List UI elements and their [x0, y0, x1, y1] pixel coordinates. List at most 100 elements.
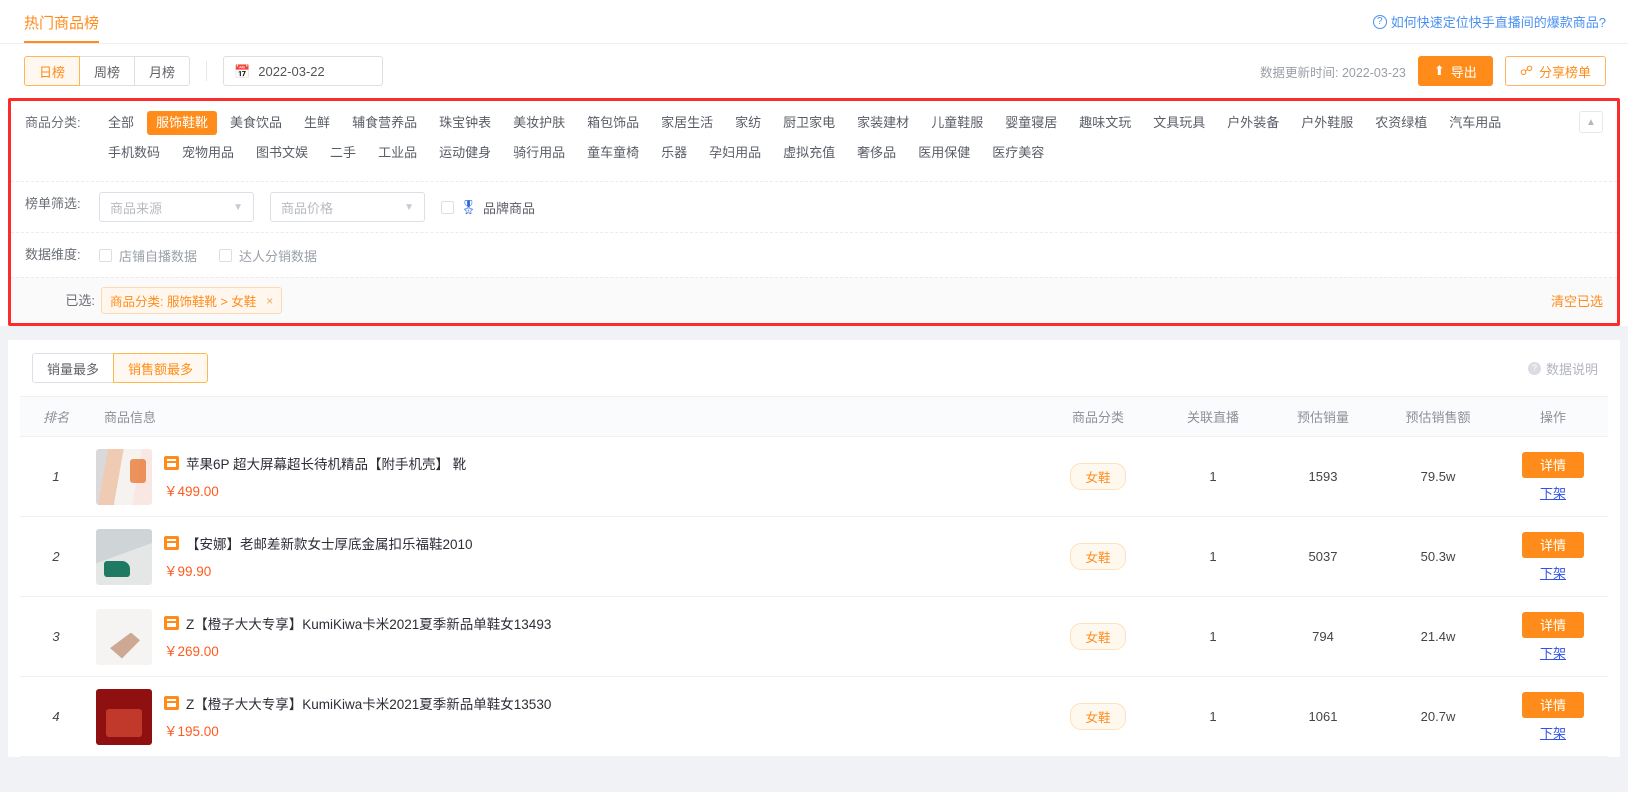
category-item[interactable]: 手机数码: [99, 141, 169, 165]
table-row: 2 【安娜】老邮差新款女士厚底金属扣乐福鞋2010 ￥99.90 女鞋 1 5037 50.…: [20, 516, 1608, 597]
export-button-label: 导出: [1450, 64, 1477, 80]
tab-most-sales-volume[interactable]: 销量最多: [32, 353, 115, 383]
brand-goods-label: 品牌商品: [483, 200, 536, 216]
category-item[interactable]: 乐器: [652, 141, 696, 165]
category-item[interactable]: 童车童椅: [578, 141, 648, 165]
category-item[interactable]: 二手: [321, 141, 365, 165]
category-item[interactable]: 户外装备: [1218, 111, 1288, 135]
category-list: 全部 服饰鞋靴 美食饮品 生鲜 辅食营养品 珠宝钟表 美妆护肤 箱包饰品 家居生活 家纺 厨卫家电家…: [99, 111, 1603, 171]
category-item[interactable]: 婴童寝居: [996, 111, 1066, 135]
category-item[interactable]: 家纺: [726, 111, 770, 135]
category-item[interactable]: 珠宝钟表: [430, 111, 500, 135]
category-item[interactable]: 箱包饰品: [578, 111, 648, 135]
category-item[interactable]: 生鲜: [295, 111, 339, 135]
detail-button[interactable]: 详情: [1522, 451, 1584, 478]
category-item[interactable]: 孕妇用品: [700, 141, 770, 165]
selected-filters-row: 已选: 商品分类: 服饰鞋靴 > 女鞋 × 清空已选: [11, 277, 1617, 323]
row-actions: 详情 下架: [1498, 691, 1608, 742]
export-button[interactable]: ⬆ 导出: [1417, 56, 1493, 86]
cell-est-amount: 20.7w: [1378, 676, 1498, 757]
dimension-filter-label: 数据维度:: [25, 247, 81, 262]
category-item[interactable]: 奢侈品: [848, 141, 905, 165]
category-item[interactable]: 汽车用品: [1440, 111, 1510, 135]
cell-category: 女鞋: [1038, 676, 1158, 757]
category-item[interactable]: 趣味文玩: [1070, 111, 1140, 135]
selected-chip-value: 服饰鞋靴 > 女鞋: [166, 295, 257, 309]
category-item[interactable]: 儿童鞋服: [922, 111, 992, 135]
source-select[interactable]: 商品来源 ▼: [99, 192, 254, 222]
tab-most-sales-amount[interactable]: 销售额最多: [113, 353, 209, 383]
row-actions: 详情 下架: [1498, 531, 1608, 582]
ranking-table-head: 排名 商品信息 商品分类 关联直播 预估销量 预估销售额 操作: [20, 396, 1608, 437]
category-item[interactable]: 农资绿植: [1366, 111, 1436, 135]
off-shelf-link[interactable]: 下架: [1540, 483, 1566, 502]
col-actions: 操作: [1498, 396, 1608, 437]
off-shelf-link[interactable]: 下架: [1540, 563, 1566, 582]
top-card: 热门商品榜 ? 如何快速定位快手直播间的爆款商品? 日榜 周榜 月榜 📅 202…: [0, 0, 1628, 326]
cell-lives: 1: [1158, 676, 1268, 757]
product-block: Z【橙子大大专享】KumiKiwa卡米2021夏季新品单鞋女13530 ￥195.…: [92, 688, 1038, 745]
category-item[interactable]: 文具玩具: [1144, 111, 1214, 135]
brand-goods-checkbox[interactable]: 🎖 品牌商品: [441, 198, 535, 217]
cell-product: 苹果6P 超大屏幕超长待机精品【附手机壳】 靴 ￥499.00: [92, 436, 1038, 517]
category-item[interactable]: 家居生活: [652, 111, 722, 135]
col-est-sales: 预估销量: [1268, 396, 1378, 437]
category-item[interactable]: 骑行用品: [504, 141, 574, 165]
product-text: 【安娜】老邮差新款女士厚底金属扣乐福鞋2010 ￥99.90: [164, 533, 473, 580]
detail-button[interactable]: 详情: [1522, 531, 1584, 558]
period-tab-group: 日榜 周榜 月榜: [24, 56, 191, 86]
dimension-option-influencer[interactable]: 达人分销数据: [219, 246, 317, 265]
selected-chip[interactable]: 商品分类: 服饰鞋靴 > 女鞋 ×: [101, 287, 283, 314]
category-item[interactable]: 宠物用品: [173, 141, 243, 165]
tab-weekly[interactable]: 周榜: [79, 56, 136, 86]
data-note-link[interactable]: ? 数据说明: [1527, 359, 1598, 378]
price-select[interactable]: 商品价格 ▼: [270, 192, 425, 222]
close-icon[interactable]: ×: [266, 294, 273, 308]
shop-icon: [164, 696, 179, 710]
share-button[interactable]: ☍ 分享榜单: [1504, 56, 1606, 86]
off-shelf-link[interactable]: 下架: [1540, 643, 1566, 662]
help-link[interactable]: ? 如何快速定位快手直播间的爆款商品?: [1372, 12, 1606, 31]
detail-button[interactable]: 详情: [1522, 691, 1584, 718]
tab-daily[interactable]: 日榜: [24, 56, 81, 86]
category-item[interactable]: 服饰鞋靴: [147, 111, 218, 135]
cell-category: 女鞋: [1038, 596, 1158, 677]
category-badge: 女鞋: [1070, 543, 1126, 570]
toolbar: 日榜 周榜 月榜 📅 2022-03-22 数据更新时间: 2022-03-23…: [0, 44, 1628, 98]
detail-button[interactable]: 详情: [1522, 611, 1584, 638]
page-tabbar: 热门商品榜 ? 如何快速定位快手直播间的爆款商品?: [0, 0, 1628, 44]
table-row: 4 Z【橙子大大专享】KumiKiwa卡米2021夏季新品单鞋女13530 ￥195…: [20, 676, 1608, 757]
col-lives: 关联直播: [1158, 396, 1268, 437]
category-item[interactable]: 虚拟充值: [774, 141, 844, 165]
ranking-tabbar: 销量最多 销售额最多 ? 数据说明: [8, 340, 1620, 396]
category-item[interactable]: 运动健身: [430, 141, 500, 165]
category-item[interactable]: 全部: [99, 111, 143, 135]
cell-actions: 详情 下架: [1498, 436, 1608, 517]
category-item[interactable]: 户外鞋服: [1292, 111, 1362, 135]
dimension-option-shop[interactable]: 店铺自播数据: [99, 246, 197, 265]
category-filter-label: 商品分类:: [25, 115, 81, 130]
cell-est-sales: 794: [1268, 596, 1378, 677]
toolbar-divider: [206, 61, 208, 81]
cell-est-amount: 50.3w: [1378, 516, 1498, 597]
category-item[interactable]: 图书文娱: [247, 141, 317, 165]
category-item[interactable]: 工业品: [369, 141, 426, 165]
category-item[interactable]: 美妆护肤: [504, 111, 574, 135]
tab-monthly[interactable]: 月榜: [134, 56, 191, 86]
source-select-value: 商品来源: [110, 200, 163, 216]
product-price: ￥195.00: [164, 724, 219, 739]
category-item[interactable]: 医用保健: [909, 141, 979, 165]
category-item[interactable]: 美食饮品: [221, 111, 291, 135]
category-item[interactable]: 家装建材: [848, 111, 918, 135]
cell-est-amount: 21.4w: [1378, 596, 1498, 677]
off-shelf-link[interactable]: 下架: [1540, 723, 1566, 742]
category-item[interactable]: 医疗美容: [983, 141, 1053, 165]
cell-lives: 1: [1158, 436, 1268, 517]
category-item[interactable]: 辅食营养品: [343, 111, 426, 135]
cell-est-sales: 1593: [1268, 436, 1378, 517]
dimension-filter-row: 数据维度: 店铺自播数据 达人分销数据: [11, 232, 1617, 277]
clear-selection-button[interactable]: 清空已选: [1551, 291, 1603, 310]
category-item[interactable]: 厨卫家电: [774, 111, 844, 135]
date-picker[interactable]: 📅 2022-03-22: [223, 56, 384, 86]
chevron-up-icon[interactable]: ▲: [1579, 111, 1603, 133]
